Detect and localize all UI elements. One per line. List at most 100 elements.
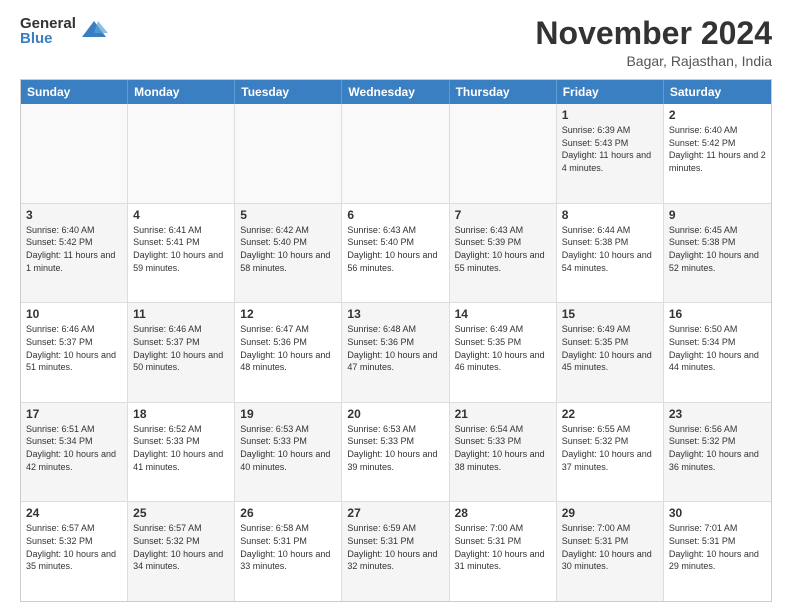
day-number: 12 — [240, 307, 336, 321]
cell-info: Sunrise: 6:57 AM Sunset: 5:32 PM Dayligh… — [26, 522, 122, 572]
calendar-row: 17Sunrise: 6:51 AM Sunset: 5:34 PM Dayli… — [21, 403, 771, 503]
weekday-header: Tuesday — [235, 80, 342, 104]
day-number: 5 — [240, 208, 336, 222]
calendar-cell: 16 Sunrise: 6:50 AM Sunset: 5:34 PM Dayli… — [664, 303, 771, 402]
calendar-cell: 23 Sunrise: 6:56 AM Sunset: 5:32 PM Dayli… — [664, 403, 771, 502]
calendar-cell: 30 Sunrise: 7:01 AM Sunset: 5:31 PM Dayli… — [664, 502, 771, 601]
cell-info: Sunrise: 6:53 AM Sunset: 5:33 PM Dayligh… — [347, 423, 443, 473]
cell-info: Sunrise: 6:50 AM Sunset: 5:34 PM Dayligh… — [669, 323, 766, 373]
calendar-cell: 14Sunrise: 6:49 AM Sunset: 5:35 PM Dayli… — [450, 303, 557, 402]
calendar-cell: 13 Sunrise: 6:48 AM Sunset: 5:36 PM Dayli… — [342, 303, 449, 402]
calendar-cell: 7 Sunrise: 6:43 AM Sunset: 5:39 PM Daylig… — [450, 204, 557, 303]
header: General Blue November 2024 Bagar, Rajast… — [20, 16, 772, 69]
calendar-cell — [128, 104, 235, 203]
calendar-cell: 17Sunrise: 6:51 AM Sunset: 5:34 PM Dayli… — [21, 403, 128, 502]
cell-info: Sunrise: 6:44 AM Sunset: 5:38 PM Dayligh… — [562, 224, 658, 274]
cell-info: Sunrise: 6:43 AM Sunset: 5:39 PM Dayligh… — [455, 224, 551, 274]
calendar-cell — [450, 104, 557, 203]
calendar: SundayMondayTuesdayWednesdayThursdayFrid… — [20, 79, 772, 602]
calendar-row: 10 Sunrise: 6:46 AM Sunset: 5:37 PM Dayli… — [21, 303, 771, 403]
weekday-header: Thursday — [450, 80, 557, 104]
day-number: 8 — [562, 208, 658, 222]
logo: General Blue — [20, 16, 108, 46]
cell-info: Sunrise: 6:52 AM Sunset: 5:33 PM Dayligh… — [133, 423, 229, 473]
day-number: 2 — [669, 108, 766, 122]
calendar-cell — [342, 104, 449, 203]
cell-info: Sunrise: 7:00 AM Sunset: 5:31 PM Dayligh… — [455, 522, 551, 572]
calendar-row: 24Sunrise: 6:57 AM Sunset: 5:32 PM Dayli… — [21, 502, 771, 601]
cell-info: Sunrise: 6:56 AM Sunset: 5:32 PM Dayligh… — [669, 423, 766, 473]
logo-blue: Blue — [20, 31, 76, 46]
logo-text: General Blue — [20, 16, 76, 46]
calendar-cell: 25 Sunrise: 6:57 AM Sunset: 5:32 PM Dayli… — [128, 502, 235, 601]
cell-info: Sunrise: 6:40 AM Sunset: 5:42 PM Dayligh… — [669, 124, 766, 174]
cell-info: Sunrise: 6:51 AM Sunset: 5:34 PM Dayligh… — [26, 423, 122, 473]
day-number: 11 — [133, 307, 229, 321]
day-number: 14 — [455, 307, 551, 321]
cell-info: Sunrise: 6:53 AM Sunset: 5:33 PM Dayligh… — [240, 423, 336, 473]
day-number: 25 — [133, 506, 229, 520]
day-number: 3 — [26, 208, 122, 222]
calendar-cell: 11 Sunrise: 6:46 AM Sunset: 5:37 PM Dayli… — [128, 303, 235, 402]
logo-icon — [80, 17, 108, 45]
calendar-header: SundayMondayTuesdayWednesdayThursdayFrid… — [21, 80, 771, 104]
day-number: 15 — [562, 307, 658, 321]
cell-info: Sunrise: 6:40 AM Sunset: 5:42 PM Dayligh… — [26, 224, 122, 274]
day-number: 19 — [240, 407, 336, 421]
calendar-cell: 12 Sunrise: 6:47 AM Sunset: 5:36 PM Dayli… — [235, 303, 342, 402]
calendar-cell: 15 Sunrise: 6:49 AM Sunset: 5:35 PM Dayli… — [557, 303, 664, 402]
cell-info: Sunrise: 6:48 AM Sunset: 5:36 PM Dayligh… — [347, 323, 443, 373]
cell-info: Sunrise: 6:55 AM Sunset: 5:32 PM Dayligh… — [562, 423, 658, 473]
day-number: 22 — [562, 407, 658, 421]
calendar-cell — [21, 104, 128, 203]
day-number: 13 — [347, 307, 443, 321]
calendar-cell: 21 Sunrise: 6:54 AM Sunset: 5:33 PM Dayli… — [450, 403, 557, 502]
location: Bagar, Rajasthan, India — [535, 53, 772, 69]
calendar-cell: 1Sunrise: 6:39 AM Sunset: 5:43 PM Daylig… — [557, 104, 664, 203]
cell-info: Sunrise: 7:00 AM Sunset: 5:31 PM Dayligh… — [562, 522, 658, 572]
day-number: 27 — [347, 506, 443, 520]
day-number: 4 — [133, 208, 229, 222]
cell-info: Sunrise: 6:54 AM Sunset: 5:33 PM Dayligh… — [455, 423, 551, 473]
calendar-cell: 20 Sunrise: 6:53 AM Sunset: 5:33 PM Dayli… — [342, 403, 449, 502]
calendar-cell: 27 Sunrise: 6:59 AM Sunset: 5:31 PM Dayli… — [342, 502, 449, 601]
weekday-header: Monday — [128, 80, 235, 104]
calendar-cell: 4 Sunrise: 6:41 AM Sunset: 5:41 PM Daylig… — [128, 204, 235, 303]
weekday-header: Saturday — [664, 80, 771, 104]
day-number: 16 — [669, 307, 766, 321]
cell-info: Sunrise: 6:59 AM Sunset: 5:31 PM Dayligh… — [347, 522, 443, 572]
day-number: 10 — [26, 307, 122, 321]
calendar-cell: 5 Sunrise: 6:42 AM Sunset: 5:40 PM Daylig… — [235, 204, 342, 303]
day-number: 21 — [455, 407, 551, 421]
day-number: 29 — [562, 506, 658, 520]
day-number: 7 — [455, 208, 551, 222]
calendar-cell: 2 Sunrise: 6:40 AM Sunset: 5:42 PM Daylig… — [664, 104, 771, 203]
cell-info: Sunrise: 6:49 AM Sunset: 5:35 PM Dayligh… — [562, 323, 658, 373]
calendar-cell — [235, 104, 342, 203]
cell-info: Sunrise: 6:58 AM Sunset: 5:31 PM Dayligh… — [240, 522, 336, 572]
logo-general: General — [20, 16, 76, 31]
calendar-cell: 3 Sunrise: 6:40 AM Sunset: 5:42 PM Daylig… — [21, 204, 128, 303]
cell-info: Sunrise: 6:45 AM Sunset: 5:38 PM Dayligh… — [669, 224, 766, 274]
weekday-header: Sunday — [21, 80, 128, 104]
day-number: 23 — [669, 407, 766, 421]
day-number: 30 — [669, 506, 766, 520]
calendar-cell: 8 Sunrise: 6:44 AM Sunset: 5:38 PM Daylig… — [557, 204, 664, 303]
cell-info: Sunrise: 6:57 AM Sunset: 5:32 PM Dayligh… — [133, 522, 229, 572]
cell-info: Sunrise: 7:01 AM Sunset: 5:31 PM Dayligh… — [669, 522, 766, 572]
calendar-body: 1Sunrise: 6:39 AM Sunset: 5:43 PM Daylig… — [21, 104, 771, 601]
day-number: 28 — [455, 506, 551, 520]
cell-info: Sunrise: 6:43 AM Sunset: 5:40 PM Dayligh… — [347, 224, 443, 274]
cell-info: Sunrise: 6:39 AM Sunset: 5:43 PM Dayligh… — [562, 124, 658, 174]
calendar-cell: 26Sunrise: 6:58 AM Sunset: 5:31 PM Dayli… — [235, 502, 342, 601]
cell-info: Sunrise: 6:42 AM Sunset: 5:40 PM Dayligh… — [240, 224, 336, 274]
weekday-header: Friday — [557, 80, 664, 104]
calendar-cell: 29 Sunrise: 7:00 AM Sunset: 5:31 PM Dayli… — [557, 502, 664, 601]
day-number: 20 — [347, 407, 443, 421]
calendar-cell: 24Sunrise: 6:57 AM Sunset: 5:32 PM Dayli… — [21, 502, 128, 601]
calendar-cell: 28 Sunrise: 7:00 AM Sunset: 5:31 PM Dayli… — [450, 502, 557, 601]
cell-info: Sunrise: 6:41 AM Sunset: 5:41 PM Dayligh… — [133, 224, 229, 274]
cell-info: Sunrise: 6:46 AM Sunset: 5:37 PM Dayligh… — [133, 323, 229, 373]
cell-info: Sunrise: 6:47 AM Sunset: 5:36 PM Dayligh… — [240, 323, 336, 373]
day-number: 6 — [347, 208, 443, 222]
